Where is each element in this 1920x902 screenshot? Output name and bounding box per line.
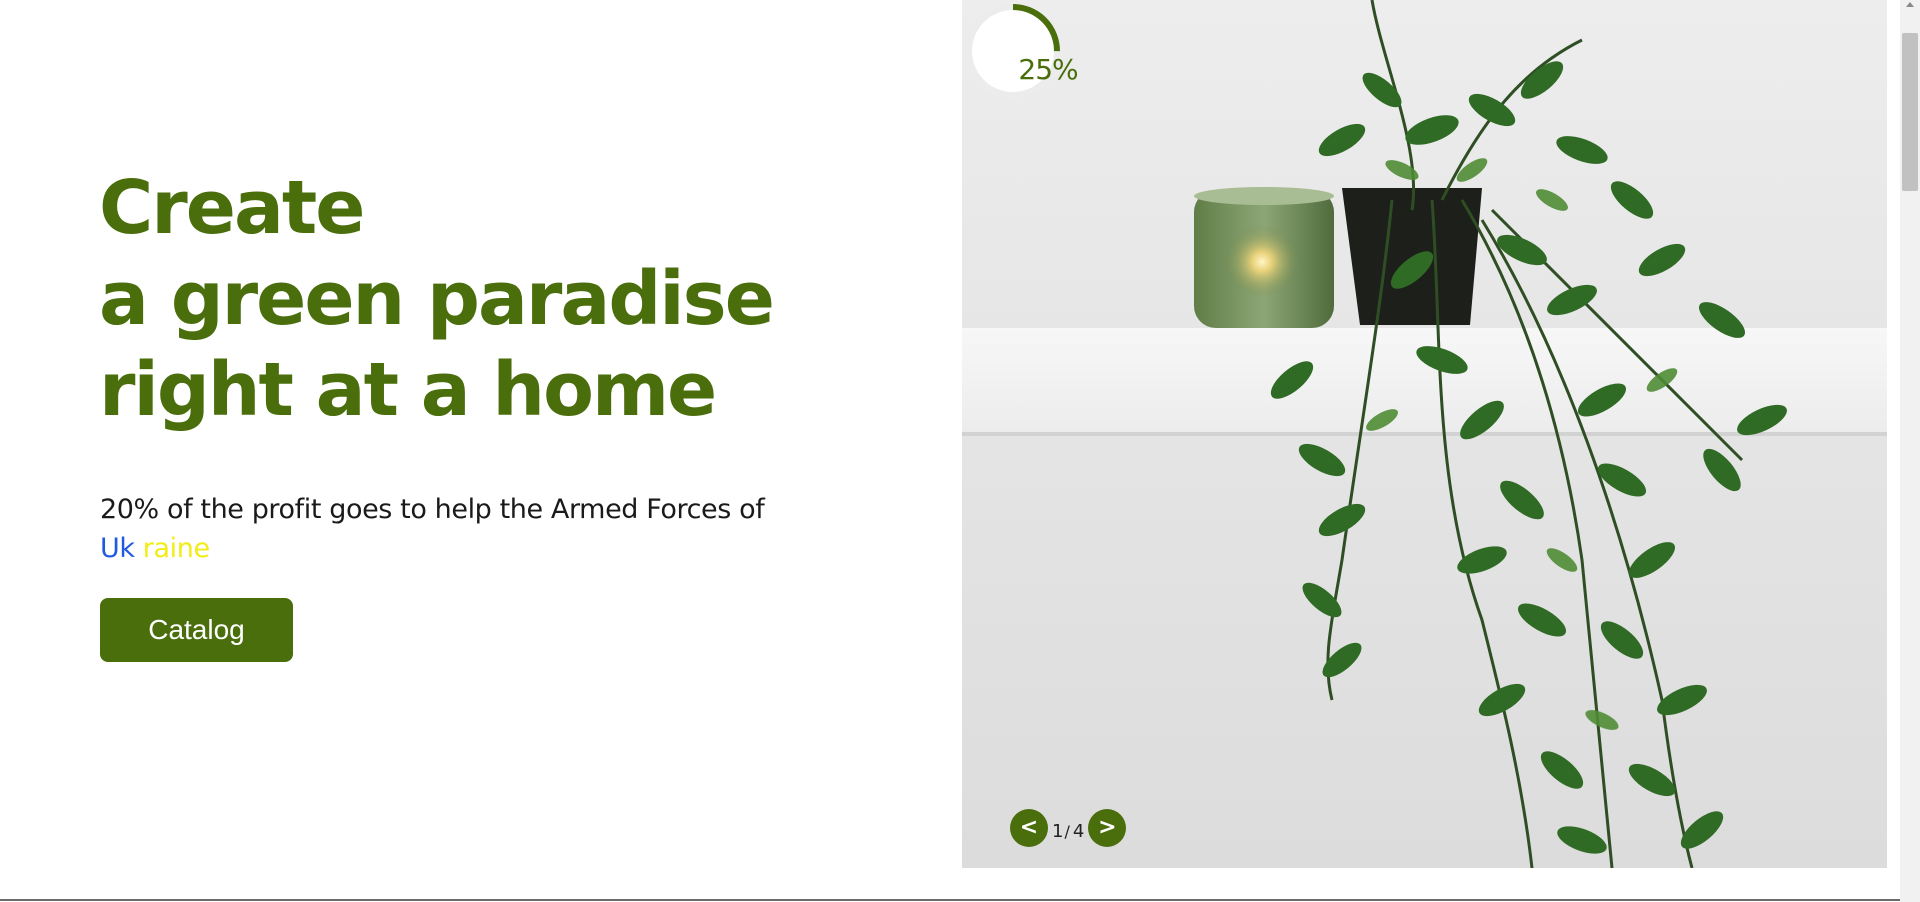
hero-title-line-1: Create <box>99 165 365 251</box>
next-slide-button[interactable]: > <box>1088 809 1127 847</box>
hero-title: Create a green paradise right at a home <box>99 163 775 436</box>
hero-subtitle: 20% of the profit goes to help the Armed… <box>100 490 840 568</box>
slider-navigation: < 1 / 4 > <box>1010 808 1127 848</box>
hero-title-line-2: a green paradise <box>99 256 775 342</box>
vertical-scrollbar[interactable] <box>1900 0 1920 902</box>
slide-current: 1 <box>1052 820 1064 842</box>
hero-plant-image: 25% < 1 / 4 > <box>962 0 1887 868</box>
scrollbar-thumb[interactable] <box>1902 33 1918 191</box>
progress-percentage: 25% <box>1018 52 1078 86</box>
slide-total: 4 <box>1072 820 1085 842</box>
landing-page: Create a green paradise right at a home … <box>0 0 1920 902</box>
scroll-up-arrow-icon[interactable] <box>1906 2 1914 7</box>
prev-slide-button[interactable]: < <box>1010 809 1048 847</box>
ukraine-blue-text: Uk <box>100 533 135 564</box>
hero-title-line-3: right at a home <box>99 347 717 433</box>
plant-leaves <box>1270 61 1787 854</box>
slide-counter: 1 / 4 <box>1048 815 1088 842</box>
bottom-divider <box>0 899 1900 901</box>
slide-separator: / <box>1064 821 1070 841</box>
plant-illustration <box>962 0 1887 868</box>
catalog-button[interactable]: Catalog <box>100 598 293 662</box>
ukraine-yellow-text: raine <box>142 533 210 564</box>
hero-subtitle-text: 20% of the profit goes to help the Armed… <box>100 494 765 525</box>
